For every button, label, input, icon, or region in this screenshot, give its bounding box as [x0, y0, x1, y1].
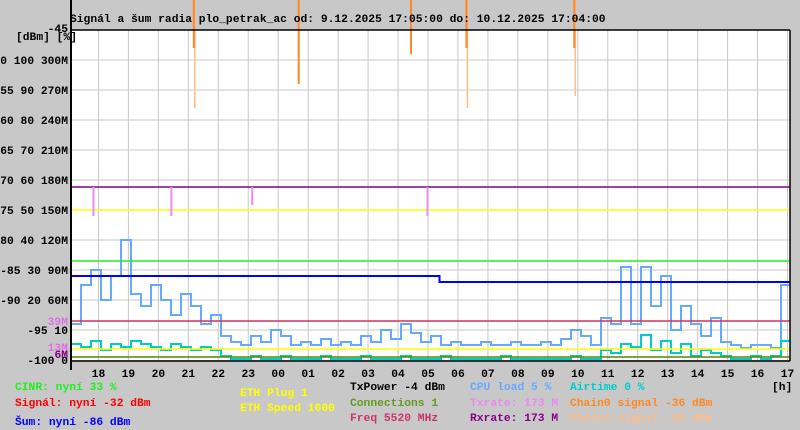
legend-cpu-load: CPU load 5 %: [470, 382, 552, 394]
x-tick-label: 08: [511, 369, 525, 381]
legend-chain0: Chain0 signal -36 dBm: [570, 398, 713, 410]
plot-area: [71, 30, 790, 360]
chart-title: Signál a šum radia plo_petrak_ac od: 9.1…: [70, 14, 606, 26]
chart-svg: Signál a šum radia plo_petrak_ac od: 9.1…: [0, 0, 795, 429]
x-tick-label: 02: [331, 369, 345, 381]
x-tick-label: 20: [152, 369, 166, 381]
y-tick-label: -45: [48, 24, 69, 36]
x-tick-label: 05: [421, 369, 435, 381]
y-tick-label: -85 30 90M: [0, 266, 68, 278]
rate-marker-label: 39M: [48, 317, 69, 329]
legend-cinr: CINR: nyní 33 %: [15, 382, 117, 394]
x-tick-label: 16: [751, 369, 765, 381]
legend-rxrate: Rxrate: 173 M: [470, 413, 558, 425]
x-tick-labels: 18 19 20 21 22 23 00 01 02 03 04 05 06 07 08 09 10 11 12 13…: [92, 369, 795, 381]
legend-noise: Šum: nyní -86 dBm: [15, 415, 130, 429]
x-tick-label: 21: [182, 369, 196, 381]
legend-signal: Signál: nyní -32 dBm: [15, 398, 151, 410]
y-tick-label: -90 20 60M: [0, 296, 68, 308]
legend-txpower: TxPower -4 dBm: [350, 382, 445, 394]
x-tick-label: 04: [391, 369, 405, 381]
x-tick-label: 13: [661, 369, 675, 381]
y-tick-label: -75 50 150M: [0, 206, 68, 218]
x-tick-label: 12: [631, 369, 645, 381]
x-tick-label: 03: [361, 369, 375, 381]
x-tick-label: 07: [481, 369, 495, 381]
x-tick-label: 17: [781, 369, 795, 381]
legend: CINR: nyní 33 % Signál: nyní -32 dBm Šum…: [15, 382, 713, 429]
legend-freq: Freq 5520 MHz: [350, 413, 438, 425]
x-tick-label: 06: [451, 369, 465, 381]
x-tick-label: 19: [122, 369, 136, 381]
y-tick-label: -80 40 120M: [0, 236, 68, 248]
x-tick-label: 18: [92, 369, 106, 381]
x-tick-label: 09: [541, 369, 555, 381]
x-tick-label: 15: [721, 369, 735, 381]
x-tick-label: 00: [271, 369, 285, 381]
legend-eth-plug: ETH Plug 1: [240, 388, 308, 400]
legend-airtime: Airtime 0 %: [570, 382, 645, 394]
legend-eth-speed: ETH Speed 1000: [240, 403, 335, 415]
legend-connections: Connections 1: [350, 398, 438, 410]
y-tick-label: -60 80 240M: [0, 116, 68, 128]
rate-marker-label: 6M: [54, 350, 68, 362]
y-tick-label: -50 100 300M: [0, 56, 68, 68]
x-tick-label: 14: [691, 369, 705, 381]
signal-noise-graph: Signál a šum radia plo_petrak_ac od: 9.1…: [0, 0, 800, 430]
y-tick-label: -70 60 180M: [0, 176, 68, 188]
y-tick-label: -65 70 210M: [0, 146, 68, 158]
y-tick-label: -55 90 270M: [0, 86, 68, 98]
x-axis-unit-label: [h]: [772, 382, 792, 394]
legend-txrate: Txrate: 173 M: [470, 398, 558, 410]
x-tick-label: 10: [571, 369, 585, 381]
x-tick-label: 01: [301, 369, 315, 381]
x-tick-label: 23: [241, 369, 255, 381]
x-tick-label: 22: [212, 369, 226, 381]
legend-chain1: Chain1 signal -35 dBm: [570, 413, 713, 425]
x-tick-label: 11: [601, 369, 615, 381]
